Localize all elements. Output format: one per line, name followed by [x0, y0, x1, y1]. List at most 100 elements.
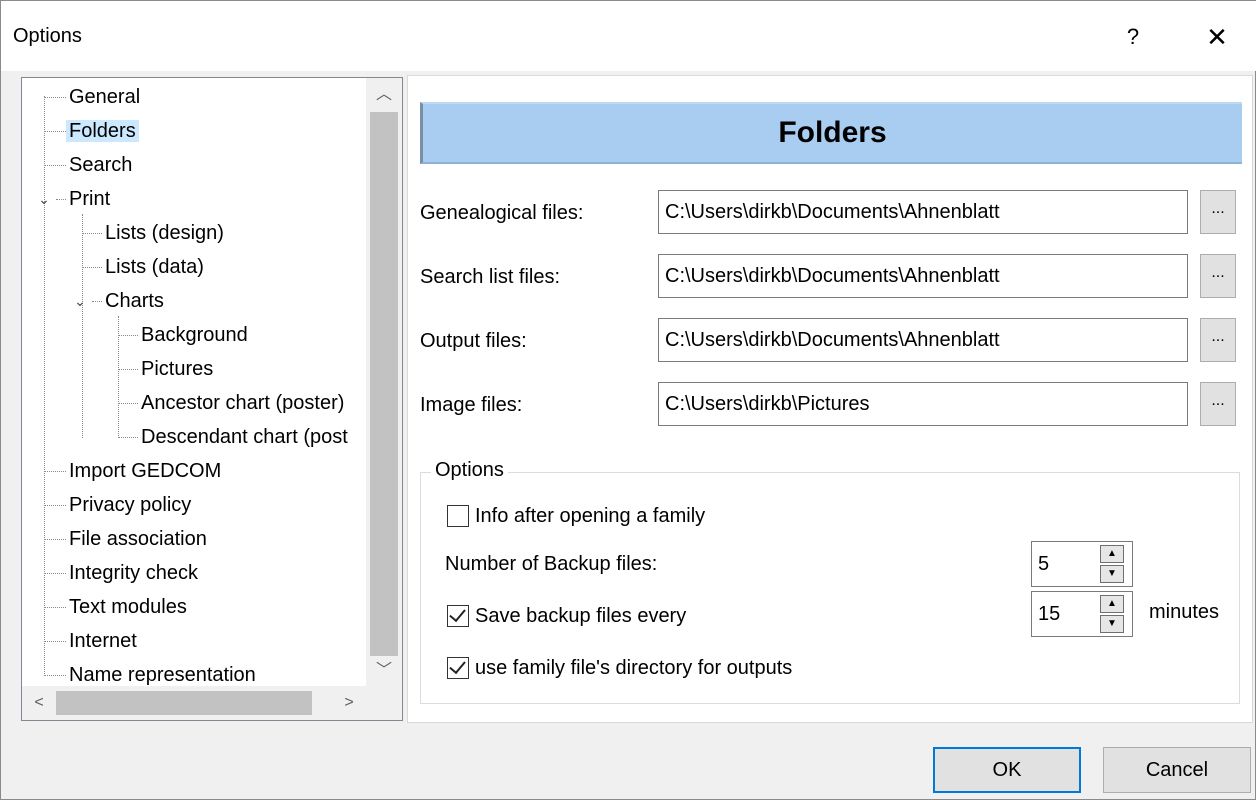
tree-line — [44, 165, 66, 166]
tree-item-folders[interactable]: Folders — [66, 116, 139, 146]
horizontal-scroll-thumb[interactable] — [56, 691, 312, 715]
close-button[interactable]: ✕ — [1195, 19, 1239, 55]
tree-item-search[interactable]: Search — [66, 150, 135, 180]
tree-item-lists-data[interactable]: Lists (data) — [102, 252, 207, 282]
backup-count-spinner[interactable]: 5 ▲ ▼ — [1031, 541, 1133, 587]
section-header: Folders — [420, 102, 1242, 164]
tree-item-ancestor-chart[interactable]: Ancestor chart (poster) — [138, 388, 347, 418]
spin-up-icon[interactable]: ▲ — [1100, 595, 1124, 613]
tree-item-label: Privacy policy — [69, 494, 192, 516]
tree-item-charts[interactable]: Charts — [102, 286, 167, 316]
tree-item-label: Name representation — [69, 664, 256, 686]
tree-line — [118, 369, 138, 370]
scroll-up-icon[interactable]: ︿ — [366, 80, 402, 110]
output-files-label: Output files: — [420, 330, 527, 352]
search-list-files-input[interactable]: C:\Users\dirkb\Documents\Ahnenblatt — [658, 254, 1188, 298]
scroll-left-icon[interactable]: < — [24, 686, 54, 720]
tree-line — [118, 437, 138, 438]
tree-item-privacy-policy[interactable]: Privacy policy — [66, 490, 194, 520]
tree-line — [44, 505, 66, 506]
tree-line — [44, 97, 66, 98]
tree-item-background[interactable]: Background — [138, 320, 251, 350]
title-bar: Options ? ✕ — [1, 1, 1256, 71]
section-title: Folders — [778, 116, 887, 149]
backup-interval-value: 15 — [1038, 603, 1061, 625]
genealogical-files-browse-button[interactable]: ... — [1200, 190, 1236, 234]
tree-line — [44, 539, 66, 540]
tree-line — [118, 335, 138, 336]
tree-item-print[interactable]: Print — [66, 184, 113, 214]
checkmark-icon — [449, 604, 466, 623]
chevron-down-icon[interactable]: ⌄ — [72, 293, 88, 309]
tree-line — [44, 607, 66, 608]
info-after-opening-label[interactable]: Info after opening a family — [475, 505, 705, 528]
search-list-files-label: Search list files: — [420, 266, 561, 288]
tree-item-descendant-chart[interactable]: Descendant chart (post — [138, 422, 351, 452]
tree-item-lists-design[interactable]: Lists (design) — [102, 218, 227, 248]
help-button[interactable]: ? — [1113, 19, 1153, 55]
tree-line — [82, 267, 102, 268]
tree-line — [44, 641, 66, 642]
tree-item-import-gedcom[interactable]: Import GEDCOM — [66, 456, 224, 486]
scroll-down-icon[interactable]: ﹀ — [366, 656, 402, 686]
tree-item-label: Print — [69, 188, 111, 210]
options-tree[interactable]: General Folders Search ⌄ Print Lists (de… — [21, 77, 403, 721]
chevron-down-icon[interactable]: ⌄ — [36, 191, 52, 207]
tree-item-label: Charts — [105, 290, 164, 312]
spin-down-icon[interactable]: ▼ — [1100, 615, 1124, 633]
tree-line — [44, 96, 45, 676]
tree-item-text-modules[interactable]: Text modules — [66, 592, 190, 622]
scroll-corner — [366, 686, 402, 720]
info-after-opening-checkbox[interactable] — [447, 505, 469, 527]
tree-item-label: Background — [141, 324, 248, 346]
tree-item-label: Search — [69, 154, 133, 176]
tree-item-internet[interactable]: Internet — [66, 626, 140, 656]
cancel-button[interactable]: Cancel — [1103, 747, 1251, 793]
use-family-dir-label[interactable]: use family file's directory for outputs — [475, 657, 792, 680]
tree-item-label: Text modules — [69, 596, 187, 618]
backup-interval-spinner[interactable]: 15 ▲ ▼ — [1031, 591, 1133, 637]
save-backup-checkbox[interactable] — [447, 604, 469, 627]
use-family-dir-checkbox[interactable] — [447, 656, 469, 679]
output-files-input[interactable]: C:\Users\dirkb\Documents\Ahnenblatt — [658, 318, 1188, 362]
options-group-title: Options — [431, 459, 508, 482]
vertical-scroll-thumb[interactable] — [370, 112, 398, 656]
tree-line — [56, 199, 66, 200]
tree-item-label: Descendant chart (post — [141, 426, 348, 448]
tree-item-label: Folders — [66, 120, 139, 142]
horizontal-scrollbar[interactable]: < > — [22, 686, 366, 720]
scroll-right-icon[interactable]: > — [334, 686, 364, 720]
tree-item-general[interactable]: General — [66, 82, 143, 112]
tree-item-file-association[interactable]: File association — [66, 524, 210, 554]
tree-item-pictures[interactable]: Pictures — [138, 354, 216, 384]
save-backup-label[interactable]: Save backup files every — [475, 605, 686, 628]
tree-item-label: Integrity check — [69, 562, 198, 584]
tree-line — [92, 301, 102, 302]
genealogical-files-input[interactable]: C:\Users\dirkb\Documents\Ahnenblatt — [658, 190, 1188, 234]
tree-line — [44, 471, 66, 472]
tree-line — [44, 131, 66, 132]
tree-item-label: File association — [69, 528, 207, 550]
tree-line — [118, 403, 138, 404]
tree-item-label: Internet — [69, 630, 137, 652]
backup-count-value: 5 — [1038, 553, 1050, 575]
search-list-files-browse-button[interactable]: ... — [1200, 254, 1236, 298]
tree-item-label: Pictures — [141, 358, 214, 380]
backup-count-label: Number of Backup files: — [445, 553, 658, 575]
ok-button[interactable]: OK — [933, 747, 1081, 793]
output-files-browse-button[interactable]: ... — [1200, 318, 1236, 362]
minutes-label: minutes — [1149, 601, 1220, 623]
tree-item-label: Import GEDCOM — [69, 460, 222, 482]
spin-up-icon[interactable]: ▲ — [1100, 545, 1124, 563]
tree-line — [44, 573, 66, 574]
vertical-scrollbar[interactable]: ︿ ﹀ — [366, 78, 402, 686]
image-files-input[interactable]: C:\Users\dirkb\Pictures — [658, 382, 1188, 426]
spin-down-icon[interactable]: ▼ — [1100, 565, 1124, 583]
options-groupbox: Options Info after opening a family Numb… — [420, 459, 1240, 704]
image-files-browse-button[interactable]: ... — [1200, 382, 1236, 426]
tree-item-integrity-check[interactable]: Integrity check — [66, 558, 201, 588]
tree-item-label: Ancestor chart (poster) — [141, 392, 345, 414]
tree-line — [44, 675, 66, 676]
image-files-label: Image files: — [420, 394, 523, 416]
tree-item-label: General — [69, 86, 141, 108]
